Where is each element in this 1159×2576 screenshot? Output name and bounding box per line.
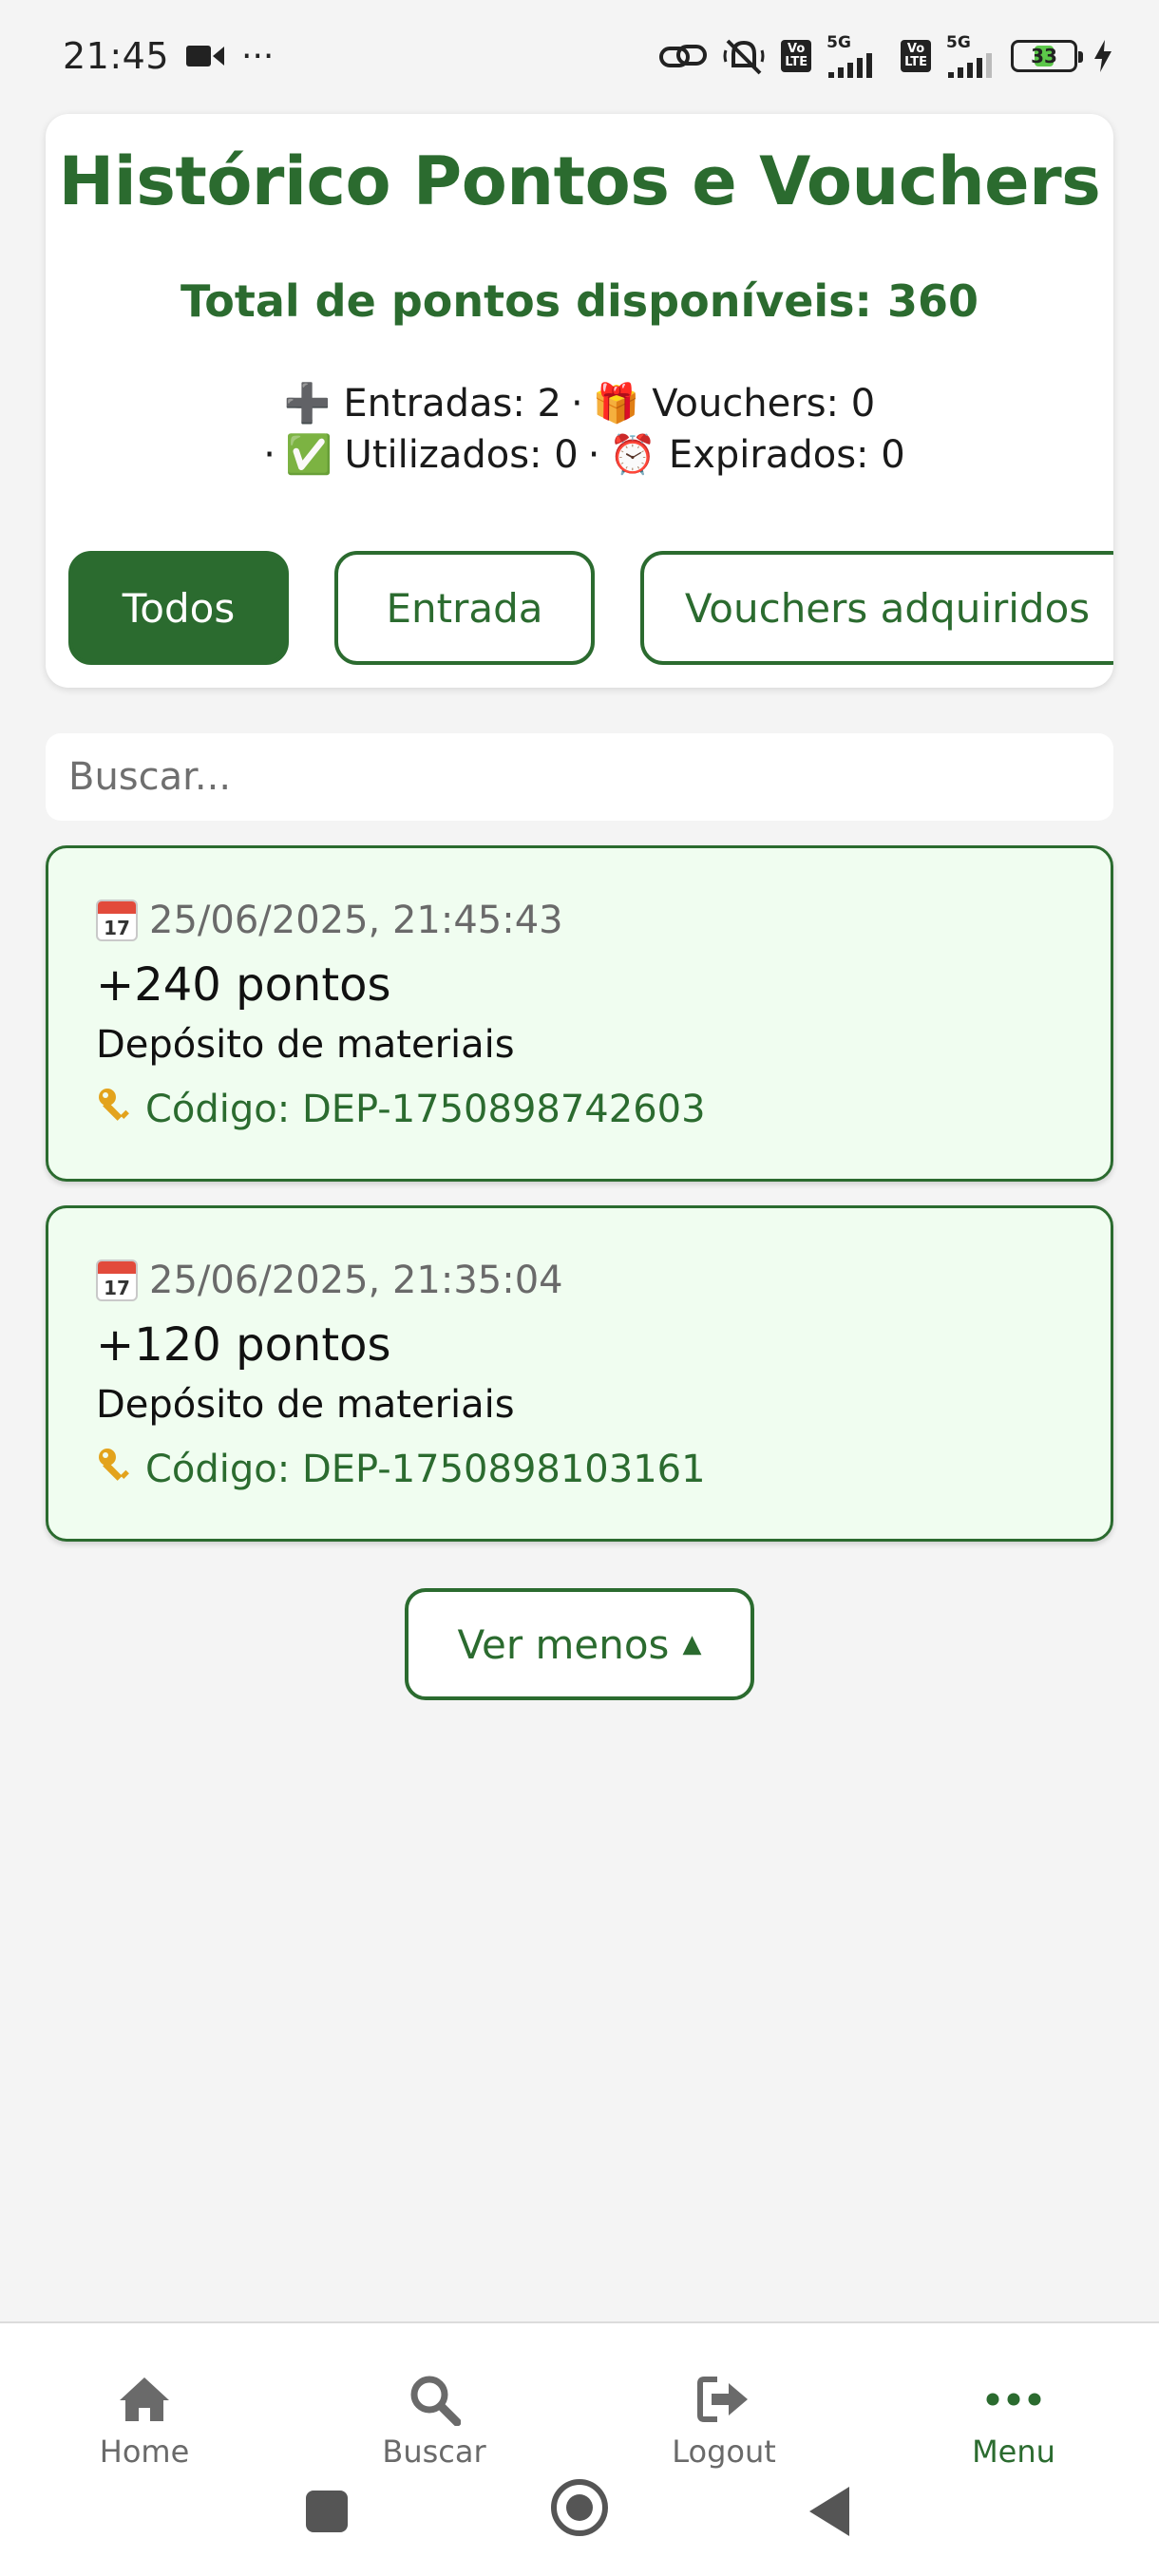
signal-5g-icon-1: 5G [826, 34, 885, 78]
search-icon [339, 2373, 529, 2426]
nav-buscar[interactable]: Buscar [339, 2373, 529, 2470]
filter-vouchers-button[interactable]: Vouchers adquiridos [640, 551, 1113, 665]
entry-points: +240 pontos [96, 958, 391, 1012]
mute-bell-icon [722, 37, 766, 75]
stat-separator: · [570, 382, 583, 426]
summary-card: Histórico Pontos e Vouchers Total de pon… [46, 114, 1113, 688]
link-icon [659, 37, 708, 75]
stat-separator: · [587, 433, 600, 477]
home-icon [49, 2373, 239, 2426]
history-entry-card[interactable]: 17 25/06/2025, 21:35:04 +120 pontos Depó… [46, 1205, 1113, 1542]
battery-icon: 33 [1011, 40, 1083, 72]
back-triangle-icon[interactable] [809, 2487, 849, 2536]
more-dots-icon [919, 2373, 1109, 2426]
stats-row-2: · ✅ Utilizados: 0 · ⏰ Expirados: 0 [46, 429, 1113, 481]
stats-summary: ➕ Entradas: 2 · 🎁 Vouchers: 0 · ✅ Utilizado… [46, 378, 1113, 481]
stat-vouchers: 🎁 Vouchers: 0 [592, 382, 876, 426]
history-entry-card[interactable]: 17 25/06/2025, 21:45:43 +240 pontos Depó… [46, 845, 1113, 1182]
filter-todos-button[interactable]: Todos [68, 551, 289, 665]
calendar-icon: 17 [96, 900, 138, 941]
calendar-icon: 17 [96, 1260, 138, 1301]
bottom-navigation: Home Buscar Logout Menu [0, 2321, 1159, 2483]
total-points: Total de pontos disponíveis: 360 [180, 275, 978, 327]
entry-date-text: 25/06/2025, 21:45:43 [149, 899, 563, 942]
key-icon [96, 1086, 134, 1133]
volte-icon: Vo LTE [781, 40, 812, 72]
status-right: Vo LTE 5G Vo LTE 5G 33 [659, 34, 1113, 78]
status-left: 21:45 ··· [63, 35, 274, 77]
nav-buscar-label: Buscar [382, 2434, 486, 2470]
home-circle-icon[interactable] [551, 2479, 608, 2536]
stat-utilizados: ✅ Utilizados: 0 [285, 433, 579, 477]
logout-icon [629, 2373, 819, 2426]
entry-description: Depósito de materiais [96, 1383, 515, 1427]
page-title: Histórico Pontos e Vouchers [58, 142, 1101, 220]
entry-date-text: 25/06/2025, 21:35:04 [149, 1259, 563, 1302]
entry-date: 17 25/06/2025, 21:45:43 [96, 892, 1111, 949]
entry-code-text: Código: DEP-1750898742603 [145, 1088, 706, 1131]
entry-code: Código: DEP-1750898742603 [96, 1080, 1111, 1139]
show-less-label: Ver menos [457, 1620, 670, 1668]
more-notifications-icon: ··· [241, 36, 275, 76]
signal-5g-icon-2: 5G [946, 34, 996, 78]
search-input[interactable] [46, 733, 1113, 821]
nav-logout-label: Logout [672, 2434, 776, 2470]
battery-level: 33 [1031, 45, 1057, 67]
system-navigation-bar [0, 2470, 1159, 2576]
show-less-button[interactable]: Ver menos ▲ [405, 1588, 754, 1700]
nav-home-label: Home [99, 2434, 190, 2470]
key-icon [96, 1446, 134, 1493]
filter-entrada-button[interactable]: Entrada [334, 551, 595, 665]
caret-up-icon: ▲ [682, 1630, 702, 1658]
stat-expirados: ⏰ Expirados: 0 [609, 433, 905, 477]
video-camera-icon [186, 43, 225, 69]
entry-date: 17 25/06/2025, 21:35:04 [96, 1252, 1111, 1309]
volte-icon-2: Vo LTE [901, 40, 931, 72]
status-time: 21:45 [63, 35, 170, 77]
stat-entradas: ➕ Entradas: 2 [283, 382, 561, 426]
stats-row-1: ➕ Entradas: 2 · 🎁 Vouchers: 0 [46, 378, 1113, 429]
nav-home[interactable]: Home [49, 2373, 239, 2470]
status-bar: 21:45 ··· Vo LTE 5G Vo LTE 5G 33 [0, 0, 1159, 112]
entry-points: +120 pontos [96, 1318, 391, 1372]
nav-menu[interactable]: Menu [919, 2373, 1109, 2470]
stat-separator: · [263, 433, 276, 477]
nav-logout[interactable]: Logout [629, 2373, 819, 2470]
entry-code: Código: DEP-1750898103161 [96, 1440, 1111, 1499]
entry-code-text: Código: DEP-1750898103161 [145, 1448, 706, 1491]
nav-menu-label: Menu [972, 2434, 1055, 2470]
recent-apps-icon[interactable] [306, 2491, 348, 2532]
entry-description: Depósito de materiais [96, 1023, 515, 1067]
charging-icon [1092, 40, 1113, 72]
filter-tabs: Todos Entrada Vouchers adquiridos [68, 551, 1113, 665]
